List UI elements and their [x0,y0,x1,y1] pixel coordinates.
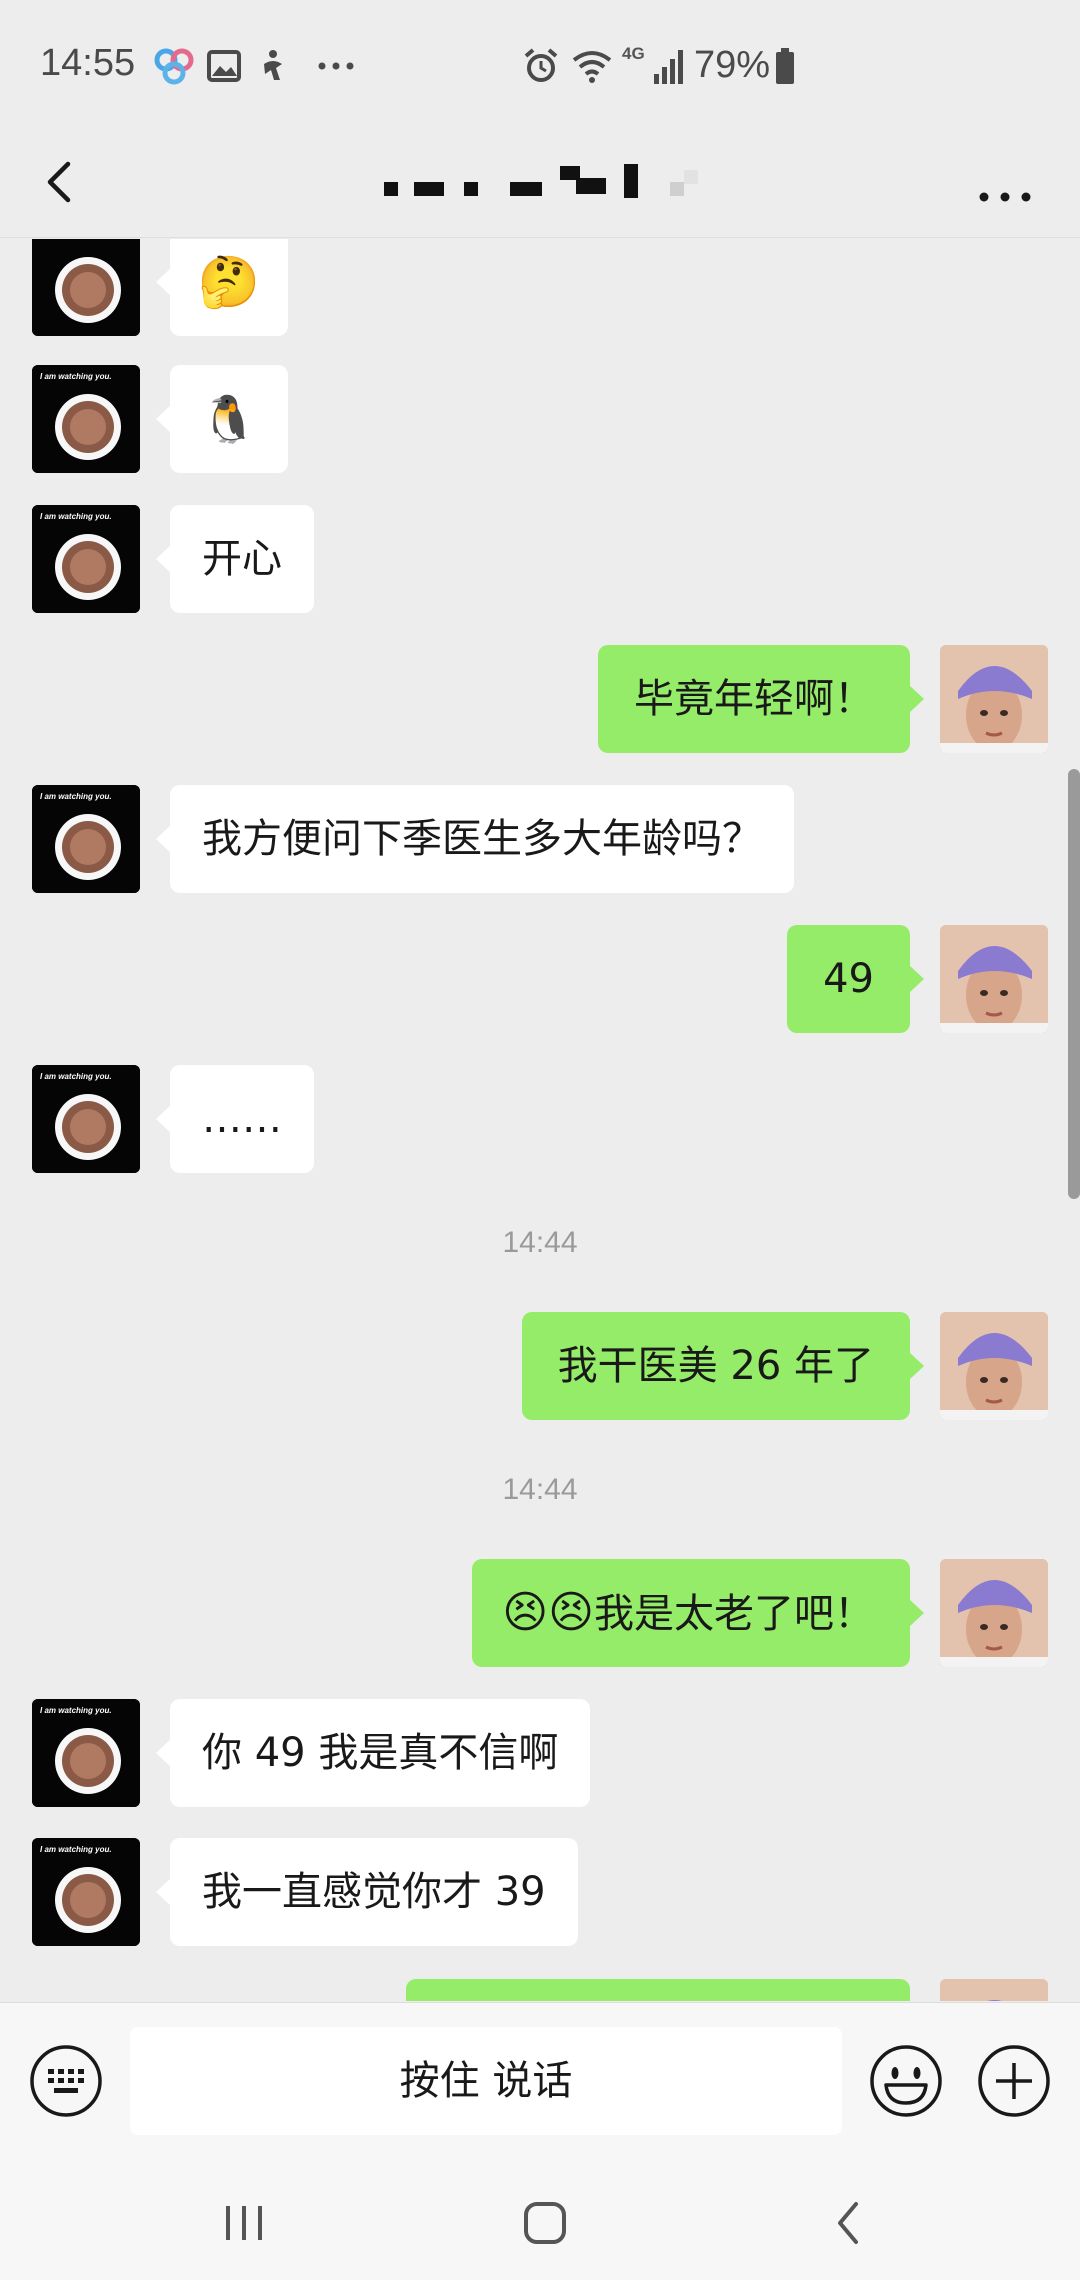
home-icon[interactable] [505,2182,585,2262]
contact-avatar[interactable]: I am watching you. [32,1699,140,1807]
message-text: …… [202,1096,282,1142]
message-timestamp: 14:44 [502,1226,578,1259]
more-options-button[interactable] [960,150,1050,216]
message-bubble-received[interactable]: 我一直感觉你才 39 [156,1838,578,1946]
avatar-caption: I am watching you. [40,1845,112,1854]
contact-avatar-image: I am watching you. [32,1699,140,1807]
my-avatar-image [940,925,1048,1033]
message-list[interactable]: 🤔 I am watching you. 🐧 I am watching you… [0,239,1080,2001]
my-avatar[interactable] [940,645,1048,753]
avatar-caption: I am watching you. [40,512,112,521]
status-bar: 14:55 4G 79% [0,0,1080,128]
system-navigation-bar [0,2162,1080,2280]
avatar-caption: I am watching you. [40,1072,112,1081]
status-time: 14:55 [40,42,136,84]
contact-avatar-image: I am watching you. [32,1065,140,1173]
alarm-icon [524,48,558,82]
contact-avatar[interactable]: I am watching you. [32,365,140,473]
message-text: 我干医美 26 年了 [557,1343,874,1389]
my-avatar[interactable] [940,1559,1048,1667]
my-avatar-image [940,1312,1048,1420]
my-avatar-image [940,1979,1048,2001]
smiley-icon[interactable] [868,2043,944,2119]
contact-avatar-image: I am watching you. [32,785,140,893]
message-bubble-received[interactable]: 你 49 我是真不信啊 [155,1699,591,1807]
contact-avatar[interactable]: I am watching you. [32,785,140,893]
message-bubble-sent[interactable]: 我干医美 26 年了 [521,1312,925,1420]
contact-avatar[interactable] [32,239,140,336]
battery-icon [776,48,794,84]
my-avatar-image [940,645,1048,753]
gallery-icon [207,50,241,82]
back-button[interactable] [28,146,98,216]
contact-avatar-image: I am watching you. [32,505,140,613]
avatar-caption: I am watching you. [40,792,112,801]
my-avatar-image [940,1559,1048,1667]
more-notifications-icon [318,62,354,70]
message-text: 开心 [202,536,282,582]
keyboard-icon[interactable] [28,2043,104,2119]
message-timestamp: 14:44 [502,1473,578,1506]
accessibility-icon [264,50,282,80]
my-avatar[interactable] [940,1979,1048,2001]
message-text: 我是太老了吧！ [594,1591,874,1637]
avatar-caption: I am watching you. [40,372,112,381]
message-text: 49 [823,956,874,1002]
contact-avatar[interactable]: I am watching you. [32,1065,140,1173]
contact-avatar[interactable]: I am watching you. [32,1838,140,1946]
message-bubble-sent[interactable]: 49 [787,925,924,1033]
contact-avatar-image: I am watching you. [32,365,140,473]
chat-header [0,128,1080,238]
chat-title-redacted [384,164,698,198]
message-text: 我一直感觉你才 39 [202,1869,546,1915]
message-bubble-received[interactable]: …… [156,1065,314,1173]
cluster-app-icon [154,48,194,85]
signal-icon [654,50,683,84]
hold-to-talk-button[interactable]: 按住 说话 [130,2027,842,2135]
message-bubble-received[interactable]: 开心 [156,505,314,613]
battery-percent: 79% [694,44,771,86]
system-back-icon[interactable] [808,2182,888,2262]
scrollbar[interactable] [1068,769,1080,1199]
message-bubble-sent[interactable]: 毕竟年轻啊！ [598,645,924,753]
avatar-caption: I am watching you. [40,1706,112,1715]
message-bubble-sent[interactable] [406,1979,910,2001]
input-bar: 按住 说话 [0,2002,1080,2162]
persevering-emoji: 😣😣 [502,1587,594,1638]
message-text: 你 49 我是真不信啊 [202,1730,559,1776]
thinking-sticker: 🤔 [197,253,261,311]
message-text: 毕竟年轻啊！ [634,676,874,722]
network-type: 4G [622,44,645,63]
message-text: 我方便问下季医生多大年龄吗？ [202,816,762,862]
wifi-icon [572,51,612,83]
my-avatar[interactable] [940,925,1048,1033]
recents-icon[interactable] [204,2182,284,2262]
contact-avatar-image: I am watching you. [32,1838,140,1946]
message-sticker[interactable]: 🐧 [156,365,288,473]
contact-avatar-image [32,239,140,336]
contact-avatar[interactable]: I am watching you. [32,505,140,613]
penguin-sticker: 🐧 [200,392,258,446]
message-bubble-received[interactable]: 我方便问下季医生多大年龄吗？ [156,785,794,893]
plus-circle-icon[interactable] [976,2043,1052,2119]
message-bubble-sent[interactable]: 😣😣我是太老了吧！ [472,1559,924,1667]
my-avatar[interactable] [940,1312,1048,1420]
message-sticker[interactable]: 🤔 [156,239,288,336]
